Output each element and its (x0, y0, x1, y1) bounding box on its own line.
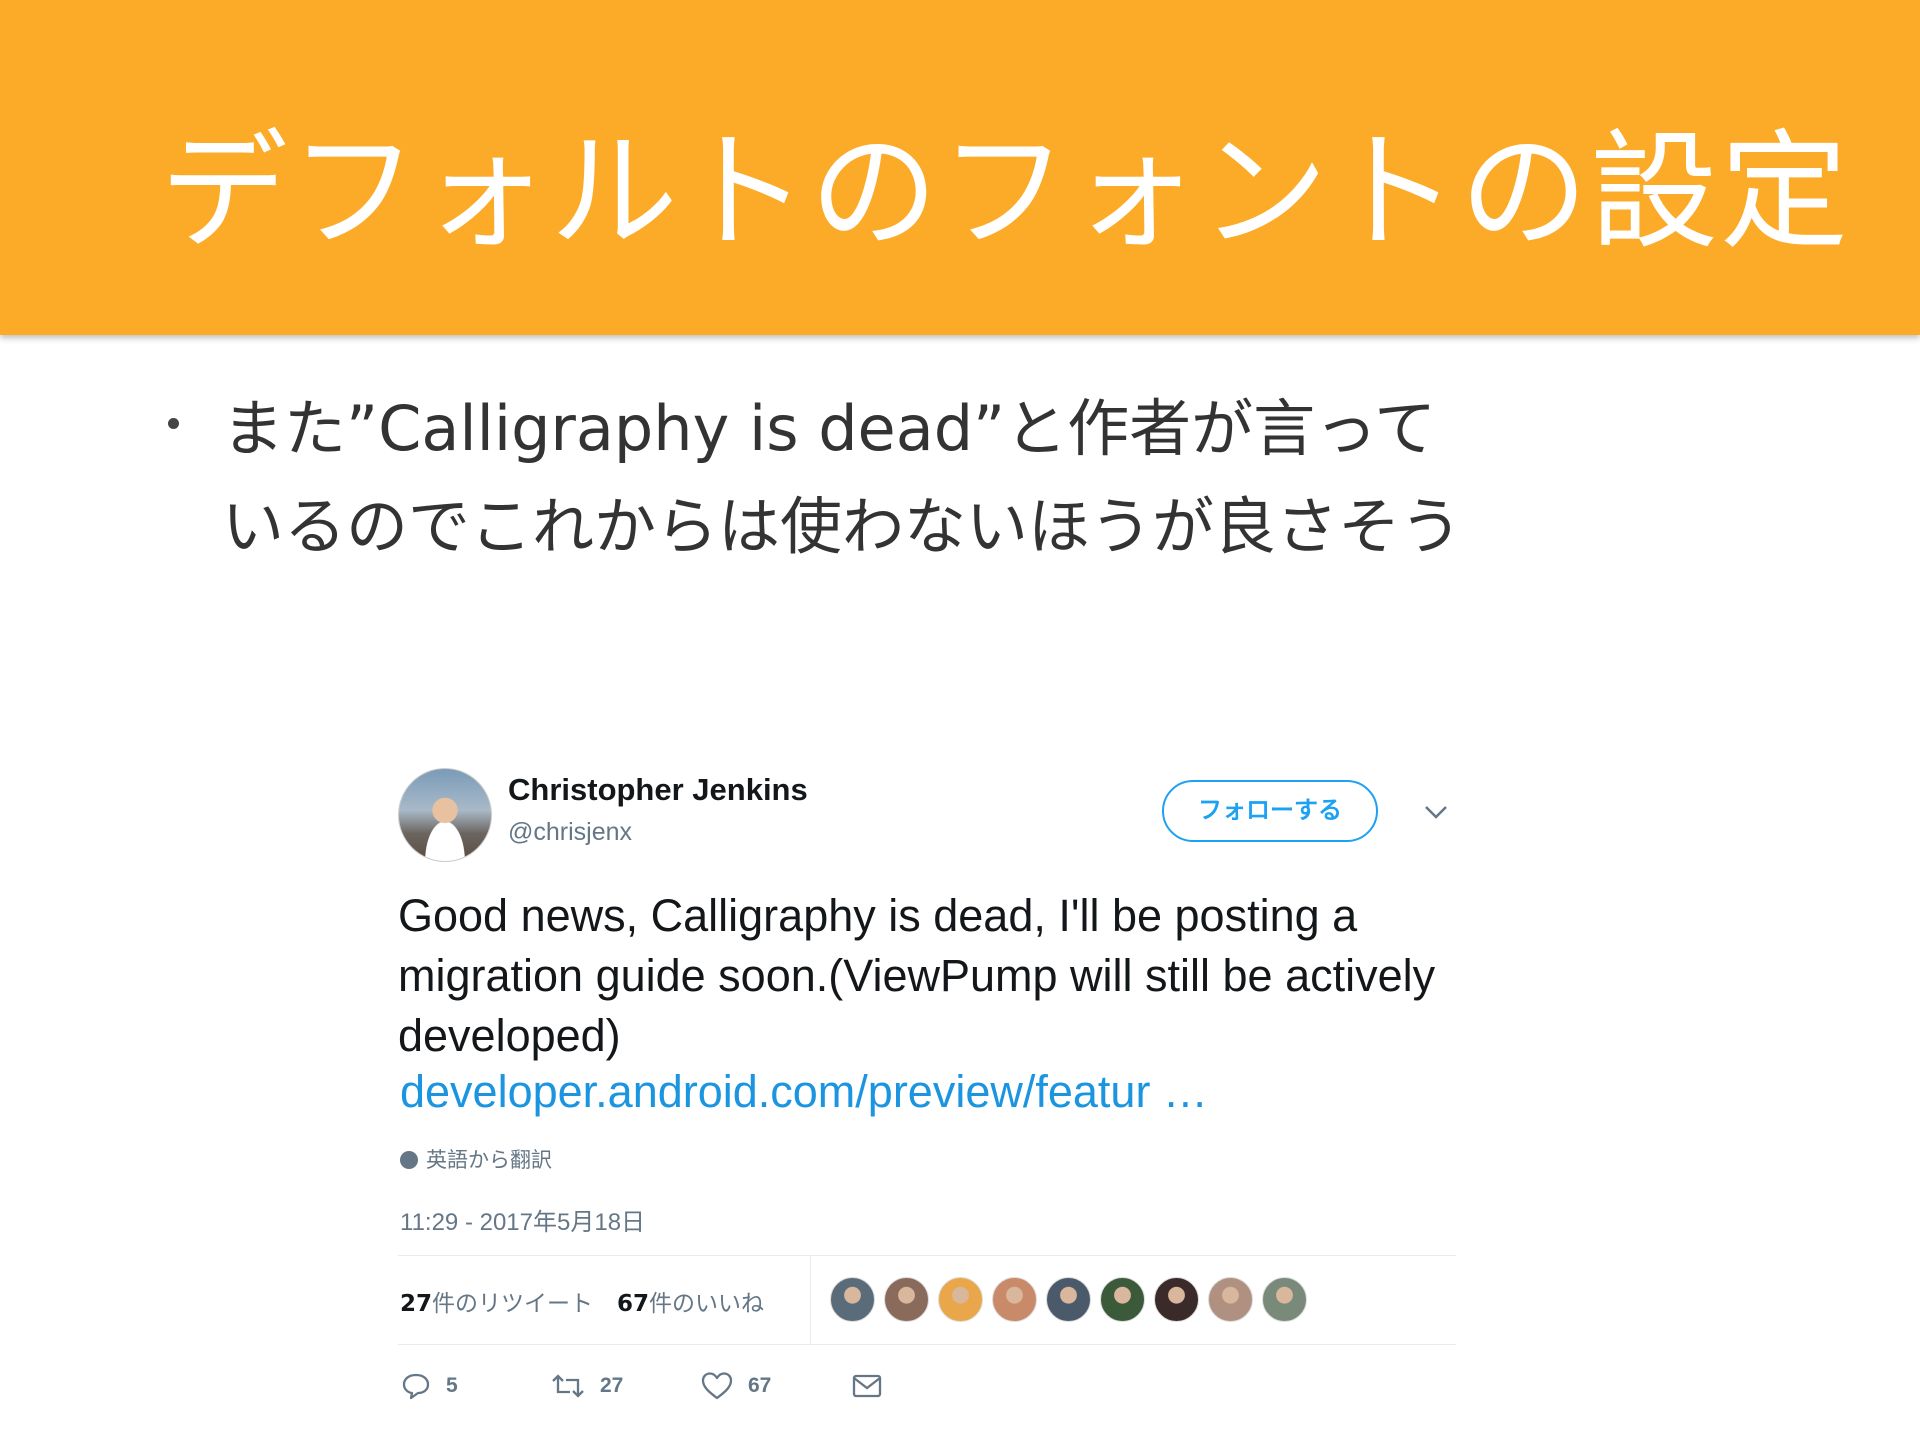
retweet-icon (552, 1374, 584, 1398)
globe-icon (400, 1151, 418, 1169)
tweet-card: Christopher Jenkins @chrisjenx フォローする Go… (322, 706, 1622, 1440)
engagement-stats: 27件のリツイート 67件のいいね (400, 1284, 764, 1318)
bullet-marker (168, 418, 179, 429)
envelope-icon (852, 1374, 882, 1398)
retweet-stat-count: 27 (400, 1291, 433, 1317)
liker-avatars (830, 1277, 1307, 1323)
chevron-down-icon[interactable] (1420, 800, 1452, 824)
liker-avatar[interactable] (1100, 1277, 1145, 1322)
like-stat-count: 67 (617, 1291, 650, 1317)
divider (810, 1255, 811, 1344)
liker-avatar[interactable] (1262, 1277, 1307, 1322)
liker-avatar[interactable] (1154, 1277, 1199, 1322)
liker-avatar[interactable] (830, 1277, 875, 1322)
retweet-action-count: 27 (600, 1374, 624, 1397)
like-button[interactable]: 67 (700, 1366, 771, 1406)
slide-title: デフォルトのフォントの設定 (160, 118, 1851, 267)
retweet-button[interactable]: 27 (550, 1366, 623, 1406)
author-name[interactable]: Christopher Jenkins (508, 772, 808, 808)
direct-message-button[interactable] (850, 1366, 898, 1406)
bullet-line-1: また”Calligraphy is dead”と作者が言って (222, 392, 1437, 465)
reply-icon (402, 1373, 430, 1400)
author-handle[interactable]: @chrisjenx (508, 818, 632, 847)
bullet-line-2: いるのでこれからは使わないほうが良さそう (222, 490, 1463, 563)
divider (398, 1344, 1456, 1345)
liker-avatar[interactable] (884, 1277, 929, 1322)
tweet-text: Good news, Calligraphy is dead, I'll be … (398, 890, 1436, 1061)
liker-avatar[interactable] (938, 1277, 983, 1322)
like-action-count: 67 (748, 1374, 772, 1397)
reply-button[interactable]: 5 (400, 1366, 458, 1406)
tweet-link[interactable]: developer.android.com/preview/featur … (400, 1066, 1208, 1118)
divider (398, 1255, 1456, 1256)
like-stat[interactable]: 67件のいいね (617, 1291, 764, 1317)
follow-button[interactable]: フォローする (1162, 780, 1378, 842)
slide-header: デフォルトのフォントの設定 (0, 0, 1920, 335)
bullet-text: また”Calligraphy is dead”と作者が言って いるのでこれからは… (222, 380, 1722, 576)
author-avatar[interactable] (398, 768, 492, 862)
reply-count: 5 (446, 1374, 458, 1397)
tweet-timestamp[interactable]: 11:29 - 2017年5月18日 (400, 1202, 645, 1237)
liker-avatar[interactable] (992, 1277, 1037, 1322)
liker-avatar[interactable] (1208, 1277, 1253, 1322)
liker-avatar[interactable] (1046, 1277, 1091, 1322)
retweet-stat[interactable]: 27件のリツイート (400, 1291, 593, 1317)
translate-label: 英語から翻訳 (426, 1148, 552, 1172)
like-stat-label: 件のいいね (649, 1291, 765, 1317)
retweet-stat-label: 件のリツイート (432, 1291, 594, 1317)
heart-icon (701, 1372, 733, 1400)
translate-link[interactable]: 英語から翻訳 (400, 1144, 552, 1174)
